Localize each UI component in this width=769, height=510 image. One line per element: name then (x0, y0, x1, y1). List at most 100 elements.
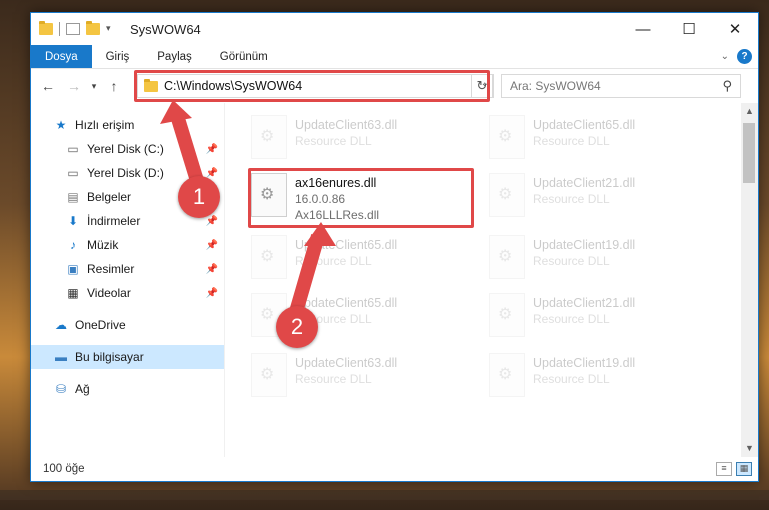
file-description: Resource DLL (295, 372, 372, 386)
dll-file-icon (489, 115, 525, 159)
dll-file-icon (489, 353, 525, 397)
search-input[interactable]: Ara: SysWOW64 ⚲ (501, 74, 741, 98)
file-description: Resource DLL (533, 254, 610, 268)
file-name: UpdateClient19.dll (533, 356, 636, 370)
network-icon: ⛁ (55, 382, 67, 396)
file-description: Resource DLL (533, 192, 610, 206)
file-name: UpdateClient65.dll (295, 238, 398, 252)
file-name: UpdateClient63.dll (295, 356, 398, 370)
scroll-thumb[interactable] (743, 123, 755, 183)
file-description: Resource DLL (295, 254, 372, 268)
title-bar: ▾ SysWOW64 — ☐ ✕ (31, 13, 758, 45)
sidebar-item-network[interactable]: ⛁ Ağ (31, 377, 224, 401)
tiles-view-icon[interactable]: ▦ (736, 462, 752, 476)
sidebar-item-label: Ağ (75, 382, 90, 396)
sidebar-item-local-disk-c[interactable]: ▭ Yerel Disk (C:) 📌 (31, 137, 224, 161)
file-item[interactable]: UpdateClient19.dll Resource DLL (483, 349, 703, 405)
file-highlight-box (248, 168, 474, 228)
pictures-icon: ▣ (67, 262, 79, 276)
tab-view[interactable]: Görünüm (206, 45, 282, 68)
file-item[interactable]: UpdateClient65.dll Resource DLL (245, 231, 465, 287)
forward-arrow-icon[interactable]: → (61, 78, 87, 94)
sidebar-item-label: OneDrive (75, 318, 126, 332)
file-name: UpdateClient65.dll (533, 118, 636, 132)
dll-file-icon (251, 115, 287, 159)
close-button[interactable]: ✕ (712, 13, 758, 45)
file-item[interactable]: UpdateClient63.dll Resource DLL (245, 111, 465, 167)
star-icon: ★ (55, 118, 67, 132)
tab-share[interactable]: Paylaş (143, 45, 206, 68)
sidebar-item-label: Videolar (87, 286, 131, 300)
drive-icon: ▭ (67, 166, 79, 180)
item-count: 100 öğe (43, 463, 85, 475)
sidebar-item-this-pc[interactable]: ▬ Bu bilgisayar (31, 345, 224, 369)
drive-icon: ▭ (67, 142, 79, 156)
sidebar-item-label: Yerel Disk (C:) (87, 142, 164, 156)
vertical-scrollbar[interactable]: ▲ ▼ (741, 103, 758, 457)
quick-access-toolbar: ▾ (31, 21, 120, 36)
properties-icon[interactable] (66, 23, 80, 35)
file-name: UpdateClient63.dll (295, 118, 398, 132)
recent-locations-icon[interactable]: ▾ (87, 81, 101, 92)
sidebar-item-quick-access[interactable]: ★ Hızlı erişim (31, 113, 224, 137)
minimize-button[interactable]: — (620, 13, 666, 45)
sidebar-item-label: Resimler (87, 262, 135, 276)
tab-home[interactable]: Giriş (92, 45, 144, 68)
view-toggle: ≡ ▦ (716, 462, 752, 476)
dll-file-icon (489, 173, 525, 217)
sidebar-item-label: Müzik (87, 238, 119, 252)
tab-file[interactable]: Dosya (31, 45, 92, 68)
ribbon-controls: ⌄ ? (721, 49, 752, 64)
file-list: UpdateClient63.dll Resource DLL UpdateCli… (225, 103, 758, 457)
maximize-button[interactable]: ☐ (666, 13, 712, 45)
videos-icon: ▦ (67, 286, 79, 300)
dll-file-icon (489, 293, 525, 337)
scroll-down-icon[interactable]: ▼ (741, 440, 758, 457)
back-arrow-icon[interactable]: ← (35, 78, 61, 94)
ribbon-tabs: Dosya Giriş Paylaş Görünüm ⌄ ? (31, 45, 758, 69)
pin-icon[interactable]: 📌 (206, 264, 218, 275)
file-name: UpdateClient21.dll (533, 296, 636, 310)
customize-icon[interactable]: ▾ (106, 23, 120, 35)
main-area: ★ Hızlı erişim ▭ Yerel Disk (C:) 📌 ▭ Yer… (31, 103, 758, 457)
pin-icon[interactable]: 📌 (206, 288, 218, 299)
scroll-up-icon[interactable]: ▲ (741, 103, 758, 120)
window-controls: — ☐ ✕ (620, 13, 758, 45)
download-icon: ⬇ (67, 214, 79, 228)
pin-icon[interactable]: 📌 (206, 240, 218, 251)
file-name: UpdateClient19.dll (533, 238, 636, 252)
folder-icon (39, 21, 53, 35)
address-highlight-box (134, 70, 490, 102)
pin-icon[interactable]: 📌 (206, 144, 218, 155)
chevron-down-icon[interactable]: ⌄ (721, 51, 729, 62)
divider (59, 22, 60, 36)
file-item[interactable]: UpdateClient21.dll Resource DLL (483, 169, 703, 225)
sidebar-item-music[interactable]: ♪ Müzik 📌 (31, 233, 224, 257)
file-item[interactable]: UpdateClient19.dll Resource DLL (483, 231, 703, 287)
navigation-pane: ★ Hızlı erişim ▭ Yerel Disk (C:) 📌 ▭ Yer… (31, 103, 225, 457)
new-folder-icon[interactable] (86, 21, 100, 35)
dll-file-icon (251, 353, 287, 397)
file-description: Resource DLL (295, 134, 372, 148)
file-item[interactable]: UpdateClient63.dll Resource DLL (245, 349, 465, 405)
sidebar-item-pictures[interactable]: ▣ Resimler 📌 (31, 257, 224, 281)
pin-icon[interactable]: 📌 (206, 216, 218, 227)
file-item[interactable]: UpdateClient65.dll Resource DLL (483, 111, 703, 167)
details-view-icon[interactable]: ≡ (716, 462, 732, 476)
sidebar-item-videos[interactable]: ▦ Videolar 📌 (31, 281, 224, 305)
file-description: Resource DLL (533, 134, 610, 148)
file-name: UpdateClient65.dll (295, 296, 398, 310)
sidebar-item-label: Hızlı erişim (75, 118, 135, 132)
help-icon[interactable]: ? (737, 49, 752, 64)
music-icon: ♪ (70, 238, 76, 252)
sidebar-item-label: Belgeler (87, 190, 132, 204)
status-bar: 100 öğe ≡ ▦ (31, 457, 758, 481)
file-item[interactable]: UpdateClient21.dll Resource DLL (483, 289, 703, 345)
dll-file-icon (489, 235, 525, 279)
cloud-icon: ☁ (55, 318, 67, 332)
window-title: SysWOW64 (130, 21, 201, 37)
search-icon[interactable]: ⚲ (722, 78, 732, 94)
up-arrow-icon[interactable]: ↑ (101, 78, 127, 94)
sidebar-item-onedrive[interactable]: ☁ OneDrive (31, 313, 224, 337)
documents-icon: ▤ (67, 190, 79, 204)
